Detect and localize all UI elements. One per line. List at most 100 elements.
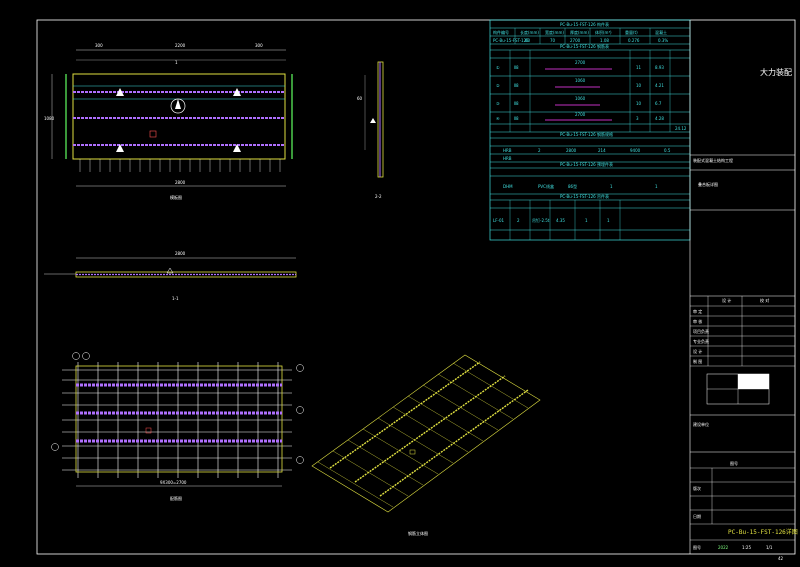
t2-r0-wt: 8.93 xyxy=(655,65,664,70)
t2-r0-len: 2700 xyxy=(575,60,586,65)
plan-title: 模板图 xyxy=(170,194,182,200)
side-dim: 60 xyxy=(357,96,363,101)
t2-r3-qty: 3 xyxy=(636,116,639,121)
t1-c1: 60 xyxy=(525,38,531,43)
t5-c5: 1 xyxy=(607,218,610,223)
project-label: 装配式混凝土结构工程 xyxy=(693,157,733,163)
t4-c3: 1 xyxy=(610,184,613,189)
rebar-view: 9X300=2700 配筋图 xyxy=(51,352,304,501)
t1-h6: 混凝土 xyxy=(655,29,667,35)
t2-r1-wt: 4.21 xyxy=(655,83,664,88)
table2-title: PC-Bu-15-FST-126 钢筋表 xyxy=(560,43,609,49)
t2-r0-qty: 11 xyxy=(636,65,642,70)
t2-r2-wt: 6.7 xyxy=(655,101,662,106)
t5-c1: 2 xyxy=(517,218,520,223)
table4-title: PC-Bu-15-FST-126 预埋件表 xyxy=(560,161,613,167)
t1-c3: 2700 xyxy=(570,38,581,43)
dim-top-a: 300 xyxy=(95,43,103,48)
owner-label: 建设单位 xyxy=(693,421,709,427)
plan-view: 300 2200 300 1 2800 1080 模板图 xyxy=(44,43,293,200)
side-title: 2-2 xyxy=(375,194,382,199)
t5-c4: 1 xyxy=(585,218,588,223)
t5-c2: 吊钉-2.5t xyxy=(532,217,550,223)
t1-h2: 宽度(mm) xyxy=(545,29,564,35)
plan-panel-outline xyxy=(72,73,286,160)
dim-rebar-bottom: 9X300=2700 xyxy=(160,480,187,485)
t2-r3-spec: Ⅱ8 xyxy=(514,116,519,121)
t1-c6: 0.3% xyxy=(658,38,668,43)
t1-h0: 构件编号 xyxy=(493,29,509,35)
t4-c2: 86型 xyxy=(568,183,577,189)
dim-total: 2800 xyxy=(175,251,186,256)
row-label-4: 设 计 xyxy=(693,348,702,354)
cad-drawing-canvas: 300 2200 300 1 2800 1080 模板图 60 2-2 2800… xyxy=(36,19,798,561)
version: 2022 xyxy=(718,545,729,550)
t2-r2-mark: ③ xyxy=(496,101,500,106)
t1-c5: 0.276 xyxy=(628,38,640,43)
table5-title: PC-Bu-15-FST-126 吊件表 xyxy=(560,193,609,199)
t2-total: 24.12 xyxy=(675,126,687,131)
title-block: 大力装配 装配式混凝土结构工程 叠合板详图 设 计 校 对 审 定 审 核 项目… xyxy=(689,20,798,561)
t3-r0-c1: 2 xyxy=(538,148,541,153)
t2-r1-spec: Ⅱ8 xyxy=(514,83,519,88)
drawing-number: PC-Bu-15-FST-126详图 xyxy=(728,528,798,536)
dim-top-b: 2200 xyxy=(175,43,186,48)
t3-r0-c2: 2800 xyxy=(566,148,577,153)
t1-h3: 厚度(mm) xyxy=(570,29,589,35)
stage-a: 设 计 xyxy=(722,297,731,303)
dim-top-c: 300 xyxy=(255,43,263,48)
t3-r0-c4: 9400 xyxy=(630,148,641,153)
t1-h5: 重量(t) xyxy=(625,29,638,35)
field-a: 图号 xyxy=(730,460,738,466)
iso-view: 钢筋立体图 xyxy=(311,354,541,536)
t5-c3: 4.35 xyxy=(556,218,565,223)
company-name: 大力装配 xyxy=(760,67,792,77)
rebar-title: 配筋图 xyxy=(170,495,182,501)
t2-r0-spec: Ⅱ8 xyxy=(514,65,519,70)
t1-c0: PC-Bu-15-FST-126 xyxy=(493,38,529,43)
elevation-title: 1-1 xyxy=(172,296,179,301)
sheet-label: 图号 xyxy=(693,544,701,550)
drawing-desc: 叠合板详图 xyxy=(698,181,718,187)
sheet-border xyxy=(36,19,796,555)
dim-bottom: 2800 xyxy=(175,180,186,185)
t4-c4: 1 xyxy=(655,184,658,189)
schedule-tables: PC-Bu-15-FST-126 构件表 构件编号 长度(mm) 宽度(mm) … xyxy=(489,19,691,241)
t3-r1-c0: HRB xyxy=(503,156,512,161)
row-label-2: 项目负责 xyxy=(693,328,709,334)
t3-r0-c5: 0.5 xyxy=(664,148,671,153)
t2-r2-spec: Ⅱ8 xyxy=(514,101,519,106)
iso-title: 钢筋立体图 xyxy=(408,530,428,536)
t4-c1: PVC线盒 xyxy=(538,183,554,189)
t2-r3-wt: 4.28 xyxy=(655,116,664,121)
t3-r0-c3: 214 xyxy=(598,148,606,153)
t2-r2-qty: 10 xyxy=(636,101,642,106)
row-label-0: 审 定 xyxy=(693,308,702,314)
elevation-view: 2800 1-1 xyxy=(44,251,297,301)
t2-r3-mark: ④ xyxy=(496,116,500,121)
table1-title: PC-Bu-15-FST-126 构件表 xyxy=(560,21,609,27)
page-number: 42 xyxy=(778,556,784,561)
t3-r0-c0: HRB xyxy=(503,148,512,153)
t2-r1-len: 1060 xyxy=(575,78,586,83)
t5-c0: LF-01 xyxy=(493,218,505,223)
stage-b: 校 对 xyxy=(760,297,769,303)
field-b: 版次 xyxy=(693,485,701,491)
stamp-fill xyxy=(738,374,769,389)
date-label: 日期 xyxy=(693,513,701,519)
row-label-5: 制 图 xyxy=(693,358,702,364)
section-mark-top: 1 xyxy=(175,60,178,65)
table3-title: PC-Bu-15-FST-126 钢筋规格 xyxy=(560,131,613,137)
scale: 1:25 xyxy=(742,545,751,550)
row-label-3: 专业负责 xyxy=(693,338,709,344)
t1-h4: 体积(m³) xyxy=(595,29,612,35)
row-label-1: 审 核 xyxy=(693,318,702,324)
t2-r1-qty: 10 xyxy=(636,83,642,88)
dim-width: 1080 xyxy=(44,116,55,121)
t1-c2: 70 xyxy=(550,38,556,43)
t2-r2-len: 1060 xyxy=(575,96,586,101)
t2-r1-mark: ② xyxy=(496,83,500,88)
t2-r0-mark: ① xyxy=(496,65,500,70)
t2-r3-len: 2700 xyxy=(575,112,586,117)
side-view: 60 2-2 xyxy=(357,61,384,199)
